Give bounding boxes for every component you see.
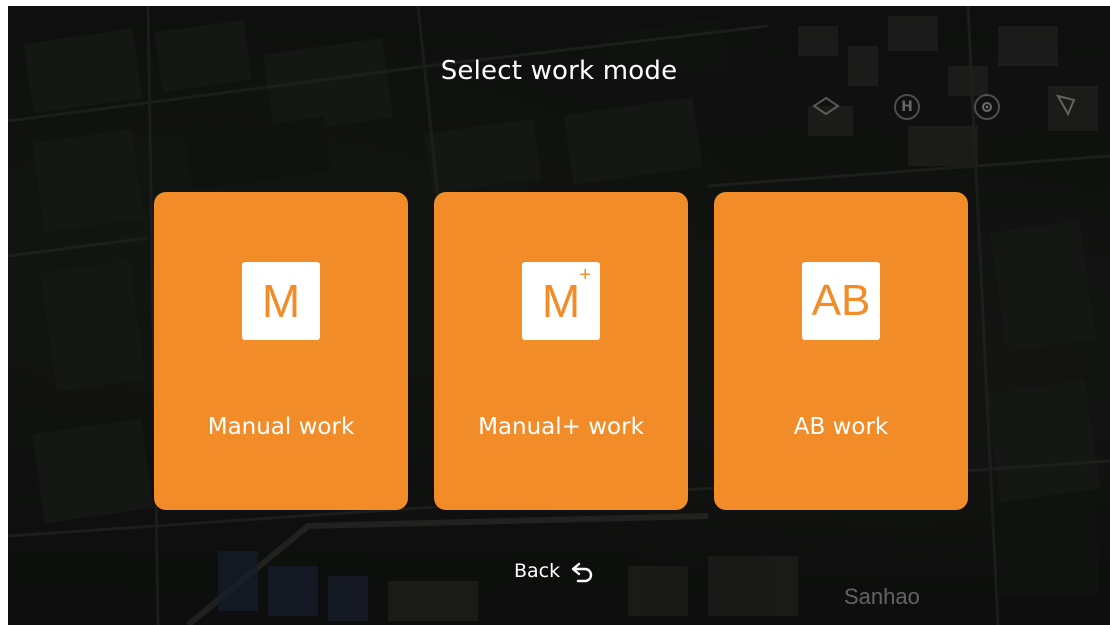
locate-target-icon[interactable] [974, 94, 1000, 120]
mode-glyph: AB [811, 276, 871, 325]
map-place-label: Sanhao [844, 584, 920, 609]
work-mode-screen: H Select work mode M Manual work M + Man… [8, 6, 1110, 625]
mode-card-list: M Manual work M + Manual+ work AB AB wor… [154, 192, 970, 510]
back-label: Back [514, 560, 561, 582]
mode-label: Manual+ work [478, 414, 644, 440]
helipad-icon[interactable]: H [894, 94, 920, 120]
helipad-glyph: H [901, 99, 913, 115]
manual-work-card[interactable]: M Manual work [154, 192, 408, 510]
mode-glyph: M [261, 275, 301, 327]
page-title: Select work mode [440, 56, 678, 86]
mode-superscript: + [579, 264, 591, 286]
map-layer-icon[interactable] [812, 94, 840, 116]
return-arrow-icon [571, 562, 593, 583]
mode-label: Manual work [207, 414, 355, 440]
mode-label: AB work [793, 414, 889, 440]
manual-plus-mode-icon: M + [522, 262, 600, 340]
ab-mode-icon: AB [802, 262, 880, 340]
manual-plus-work-card[interactable]: M + Manual+ work [434, 192, 688, 510]
back-button[interactable]: Back [514, 556, 596, 586]
manual-mode-icon: M [242, 262, 320, 340]
crosshair-glyph [982, 102, 992, 112]
compass-arrow-icon[interactable] [1054, 92, 1078, 118]
ab-work-card[interactable]: AB AB work [714, 192, 968, 510]
